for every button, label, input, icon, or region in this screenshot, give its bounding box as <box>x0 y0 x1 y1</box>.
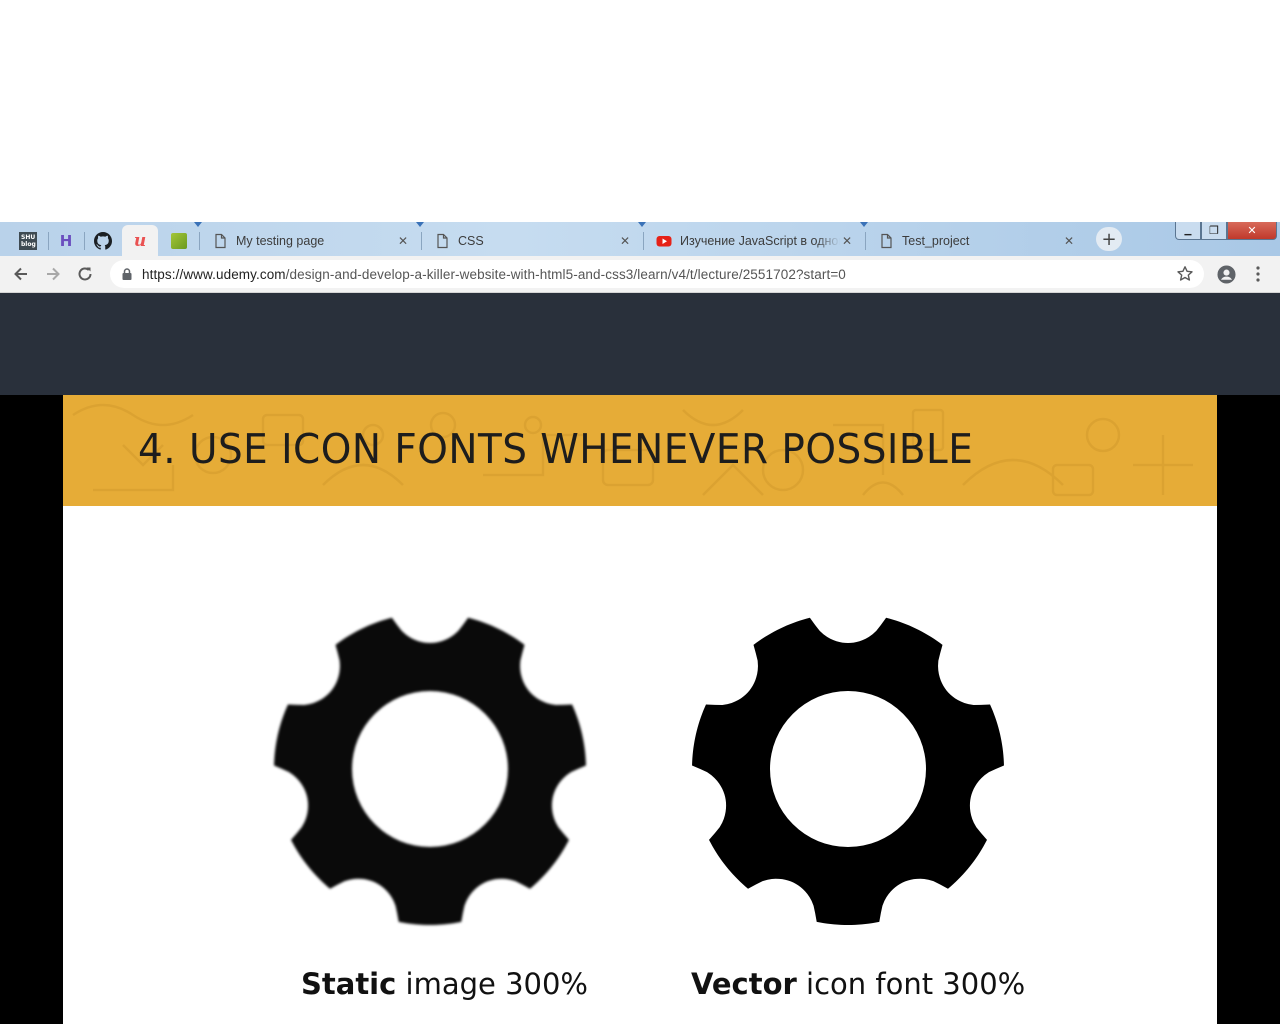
restore-button[interactable]: ❐ <box>1201 222 1227 240</box>
tab-separator <box>643 232 644 250</box>
tab-test-project[interactable]: Test_project ✕ <box>868 225 1086 256</box>
close-window-button[interactable]: ✕ <box>1227 222 1277 240</box>
pinned-tab-android[interactable] <box>161 225 197 256</box>
reload-icon <box>78 267 92 281</box>
bookmark-star-icon[interactable] <box>1176 265 1194 283</box>
tab-title: My testing page <box>236 233 325 248</box>
static-image-caption: Static image 300% <box>301 967 588 1001</box>
pinned-indicator <box>194 222 202 227</box>
close-tab-icon[interactable]: ✕ <box>618 234 632 248</box>
pinned-indicator <box>416 222 424 227</box>
more-vert-icon <box>1256 266 1260 282</box>
tab-strip: SHU blog H u My testing page ✕ CSS ✕ Изу… <box>0 222 1280 256</box>
new-tab-button[interactable]: + <box>1096 227 1122 251</box>
blank-area <box>0 0 1280 222</box>
page-icon <box>437 233 448 248</box>
tab-title: CSS <box>458 233 484 248</box>
tab-separator <box>199 232 200 250</box>
static-gear-icon <box>274 617 586 926</box>
minimize-button[interactable]: ▁ <box>1175 222 1201 240</box>
tab-my-testing-page[interactable]: My testing page ✕ <box>202 225 420 256</box>
profile-button[interactable] <box>1213 262 1239 286</box>
vector-gear-icon <box>692 617 1004 926</box>
reload-button[interactable] <box>72 262 98 286</box>
slide-title: 4. USE ICON FONTS WHENEVER POSSIBLE <box>138 425 974 473</box>
android-icon <box>171 232 187 249</box>
close-tab-icon[interactable]: ✕ <box>1062 234 1076 248</box>
tab-title: Изучение JavaScript в одном <box>680 233 840 248</box>
pinned-tab-github[interactable] <box>85 225 121 256</box>
lecture-slide: 4. USE ICON FONTS WHENEVER POSSIBLE Stat… <box>63 395 1217 1024</box>
address-bar[interactable]: https://www.udemy.com/design-and-develop… <box>110 260 1204 288</box>
browser-toolbar: https://www.udemy.com/design-and-develop… <box>0 256 1280 293</box>
shu-blog-icon: SHU blog <box>19 231 37 250</box>
slide-banner: 4. USE ICON FONTS WHENEVER POSSIBLE <box>63 395 1217 506</box>
h-icon: H <box>59 231 73 250</box>
tab-separator <box>421 232 422 250</box>
page-icon <box>215 233 226 248</box>
close-tab-icon[interactable]: ✕ <box>396 234 410 248</box>
close-tab-icon[interactable]: ✕ <box>840 234 854 248</box>
lock-icon <box>122 268 132 280</box>
arrow-left-icon <box>14 267 27 281</box>
udemy-icon: u <box>133 230 147 251</box>
back-button[interactable] <box>8 262 34 286</box>
plus-icon: + <box>1101 228 1117 250</box>
forward-button[interactable] <box>40 262 66 286</box>
menu-button[interactable] <box>1245 262 1271 286</box>
tab-separator <box>865 232 866 250</box>
tab-title: Test_project <box>902 233 970 248</box>
youtube-icon <box>656 235 672 246</box>
page-icon <box>881 233 892 248</box>
pinned-tab-udemy[interactable]: u <box>122 225 158 256</box>
arrow-right-icon <box>47 267 60 281</box>
url-text: https://www.udemy.com/design-and-develop… <box>142 266 846 282</box>
pinned-tab-h[interactable]: H <box>48 225 84 256</box>
course-header-bar <box>0 293 1280 395</box>
account-icon <box>1216 264 1236 284</box>
pinned-indicator <box>638 222 646 227</box>
tab-javascript-video[interactable]: Изучение JavaScript в одном ✕ <box>646 225 864 256</box>
pinned-tab-shu-blog[interactable]: SHU blog <box>10 225 46 256</box>
pinned-indicator <box>860 222 868 227</box>
tab-css[interactable]: CSS ✕ <box>424 225 642 256</box>
github-icon <box>94 231 112 250</box>
vector-font-caption: Vector icon font 300% <box>691 967 1026 1001</box>
